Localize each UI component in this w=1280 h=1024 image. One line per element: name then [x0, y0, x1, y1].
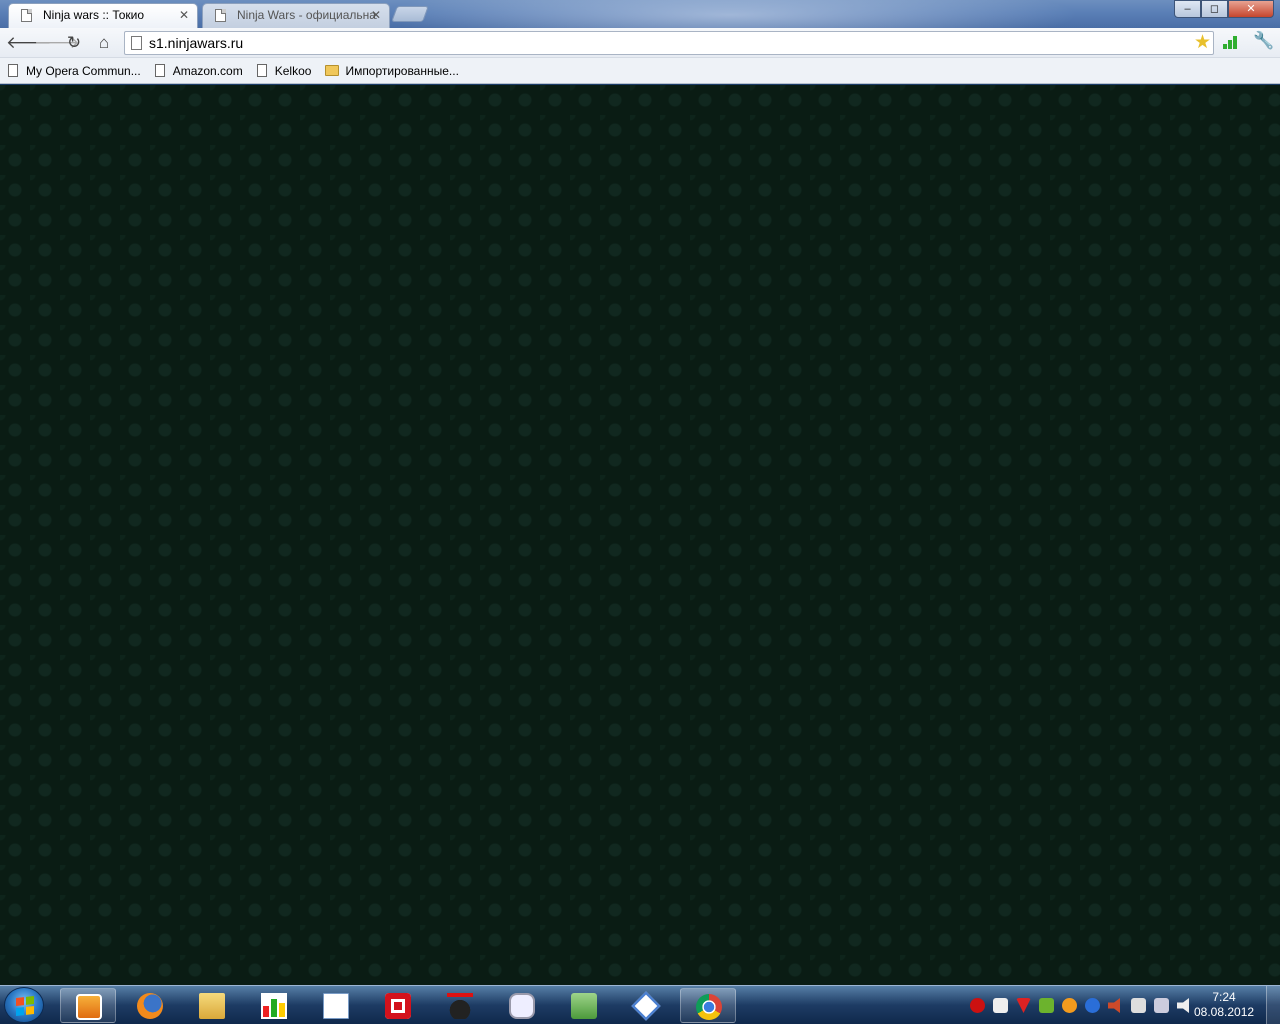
window-controls: – ◻ ✕ [1174, 0, 1274, 18]
bookmark-kelkoo[interactable]: Kelkoo [256, 63, 312, 78]
maximize-button[interactable]: ◻ [1201, 0, 1228, 18]
antivirus-tray-icon[interactable] [1016, 998, 1031, 1013]
page-icon [215, 9, 226, 22]
app-tray-icon[interactable] [993, 998, 1008, 1013]
new-tab-button[interactable] [391, 6, 429, 22]
clock-date: 08.08.2012 [1194, 1005, 1255, 1019]
taskbar: 7:24 08.08.2012 [0, 985, 1280, 1024]
media-player-icon[interactable] [60, 988, 116, 1023]
bookmark-my-opera[interactable]: My Opera Commun... [8, 64, 141, 78]
close-button[interactable]: ✕ [1228, 0, 1274, 18]
page-icon [131, 36, 142, 50]
tab-ninja-wars-official[interactable]: Ninja Wars - официальная ✕ [202, 3, 390, 28]
tab-close-icon[interactable]: ✕ [371, 4, 381, 26]
nvidia-tray-icon[interactable] [1039, 998, 1054, 1013]
bookmark-star-icon[interactable]: ★ [1194, 32, 1211, 54]
url-text: s1.ninjawars.ru [149, 35, 244, 51]
bookmark-amazon[interactable]: Amazon.com [154, 63, 243, 78]
network-tray-icon[interactable] [1154, 998, 1169, 1013]
address-bar[interactable]: s1.ninjawars.ru ★ [124, 31, 1214, 55]
system-tray [970, 986, 1192, 1024]
minimize-button[interactable]: – [1174, 0, 1201, 18]
file-explorer-icon[interactable] [184, 988, 240, 1023]
page-icon [8, 64, 18, 77]
title-bar: Ninja wars :: Токио ✕ Ninja Wars - офици… [0, 0, 1280, 28]
page-icon [21, 9, 32, 22]
clock-time: 7:24 [1212, 990, 1236, 1004]
gamepad-icon[interactable] [494, 988, 550, 1023]
charts-app-icon[interactable] [246, 988, 302, 1023]
bookmark-label: Kelkoo [274, 63, 312, 78]
home-button[interactable]: ⌂ [93, 32, 115, 54]
bookmark-label: Импортированные... [345, 63, 459, 78]
firefox-icon[interactable] [122, 988, 178, 1023]
page-icon [154, 64, 165, 77]
reload-button[interactable]: ↻ [63, 32, 85, 54]
bolt-tray-icon[interactable] [1085, 998, 1100, 1013]
folder-icon [325, 65, 340, 76]
page-viewport [0, 85, 1280, 985]
forward-button[interactable]: 🡒 [34, 32, 80, 54]
opera-tray-icon[interactable] [970, 998, 985, 1013]
tab-ninja-wars-tokyo[interactable]: Ninja wars :: Токио ✕ [8, 3, 198, 28]
windows-logo-icon [16, 996, 34, 1016]
browser-toolbar: 🡐 🡒 ↻ ⌂ s1.ninjawars.ru ★ 🔧 [0, 28, 1280, 58]
bookmark-folder-imported[interactable]: Импортированные... [325, 63, 459, 78]
speaker-muted-tray-icon[interactable] [1108, 998, 1120, 1013]
signal-bars-icon[interactable] [1223, 35, 1239, 49]
tab-close-icon[interactable]: ✕ [179, 4, 189, 26]
action-center-flag-icon[interactable] [1131, 998, 1146, 1013]
taskbar-clock[interactable]: 7:24 08.08.2012 [1194, 990, 1254, 1020]
chrome-icon[interactable] [680, 988, 736, 1023]
tab-label: Ninja wars :: Токио [43, 8, 145, 22]
bookmark-label: My Opera Commun... [26, 63, 141, 78]
bookmark-label: Amazon.com [172, 63, 243, 78]
show-desktop-button[interactable] [1266, 986, 1280, 1024]
start-button[interactable] [4, 987, 44, 1023]
network-app-icon[interactable] [618, 988, 674, 1023]
opera-icon[interactable] [370, 988, 426, 1023]
update-tray-icon[interactable] [1062, 998, 1077, 1013]
game-mask-icon[interactable] [432, 988, 488, 1023]
money-app-icon[interactable] [556, 988, 612, 1023]
page-icon [256, 64, 267, 77]
bookmarks-bar: My Opera Commun... Amazon.com Kelkoo Имп… [0, 58, 1280, 84]
tab-label: Ninja Wars - официальная [237, 8, 377, 22]
wrench-menu-icon[interactable]: 🔧 [1253, 31, 1274, 51]
volume-tray-icon[interactable] [1177, 998, 1189, 1013]
document-icon[interactable] [308, 988, 364, 1023]
back-button[interactable]: 🡐 [6, 32, 52, 54]
